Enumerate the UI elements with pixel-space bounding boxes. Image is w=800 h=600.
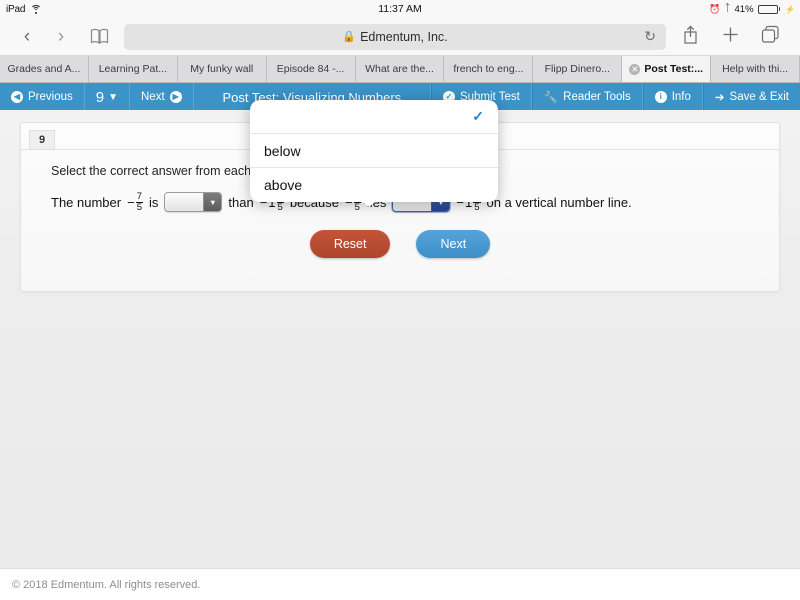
tab-label: Flipp Dinero... bbox=[544, 63, 610, 75]
arrow-right-circle-icon: ▶ bbox=[169, 91, 182, 103]
dropdown-option-label: below bbox=[264, 142, 301, 159]
info-label: Info bbox=[671, 91, 691, 103]
fraction-stack: 7 5 bbox=[135, 191, 143, 213]
tab-label: What are the... bbox=[365, 63, 434, 75]
dropdown-options-popover[interactable]: ✓ below above bbox=[250, 100, 498, 202]
forward-button[interactable]: › bbox=[44, 26, 78, 48]
tab-label: Post Test:... bbox=[644, 63, 704, 75]
tab-label: Episode 84 -... bbox=[276, 63, 345, 75]
fraction-denominator: 5 bbox=[135, 201, 143, 213]
browser-tab-active[interactable]: ✕ Post Test:... bbox=[622, 56, 712, 82]
close-icon[interactable]: ✕ bbox=[629, 63, 641, 75]
popover-caret bbox=[358, 198, 380, 207]
copyright-text: © 2018 Edmentum. All rights reserved. bbox=[12, 578, 201, 591]
next-label: Next bbox=[141, 91, 165, 103]
back-button[interactable]: ‹ bbox=[10, 26, 44, 48]
safari-toolbar: ‹ › 🔒 Edmentum, Inc. ↻ bbox=[0, 18, 800, 56]
save-and-exit-button[interactable]: ➔ Save & Exit bbox=[702, 83, 800, 111]
url-text: Edmentum, Inc. bbox=[360, 29, 448, 44]
page-footer: © 2018 Edmentum. All rights reserved. bbox=[0, 568, 800, 600]
dropdown-option-above[interactable]: above bbox=[250, 168, 498, 202]
plus-icon bbox=[723, 27, 737, 41]
tabs-icon bbox=[761, 25, 779, 43]
browser-tab[interactable]: Learning Pat... bbox=[88, 56, 178, 82]
browser-tab[interactable]: french to eng... bbox=[444, 56, 534, 82]
sentence-part-3: than bbox=[228, 194, 254, 210]
fraction-denominator: 5 bbox=[473, 201, 481, 213]
address-bar[interactable]: 🔒 Edmentum, Inc. ↻ bbox=[124, 23, 666, 50]
fraction-numerator: 7 bbox=[136, 191, 142, 202]
lock-icon: 🔒 bbox=[342, 31, 357, 43]
sentence-part-2: is bbox=[148, 194, 159, 210]
info-button[interactable]: i Info bbox=[642, 83, 703, 111]
fraction-sign: − bbox=[127, 194, 135, 210]
chevron-down-icon: ▼ bbox=[108, 91, 118, 103]
fraction-denominator: 5 bbox=[276, 201, 284, 213]
chevron-down-icon: ▼ bbox=[203, 193, 222, 211]
dropdown-1[interactable]: ▼ bbox=[164, 192, 223, 212]
fraction-negative-seven-fifths: − 7 5 bbox=[127, 192, 143, 212]
question-number-badge: 9 bbox=[29, 130, 56, 150]
show-tabs-button[interactable] bbox=[750, 25, 790, 49]
ios-status-bar: iPad 11:37 AM ⏰ ᛏ 41% ⚡ bbox=[0, 0, 800, 18]
check-icon: ✓ bbox=[472, 108, 484, 124]
url-text-group: 🔒 Edmentum, Inc. bbox=[342, 30, 447, 44]
reader-tools-button[interactable]: 🔧 Reader Tools bbox=[531, 83, 643, 111]
tab-strip: Grades and A... Learning Pat... My funky… bbox=[0, 56, 800, 83]
question-picker-button[interactable]: 9 ▼ bbox=[85, 83, 130, 111]
tab-label: My funky wall bbox=[190, 63, 254, 75]
share-button[interactable] bbox=[670, 25, 710, 49]
exit-arrow-icon: ➔ bbox=[714, 92, 725, 104]
sentence-part-1: The number bbox=[51, 194, 122, 210]
tab-label: Learning Pat... bbox=[98, 63, 167, 75]
save-exit-label: Save & Exit bbox=[729, 91, 789, 103]
new-tab-button[interactable] bbox=[710, 26, 750, 48]
current-question-number: 9 bbox=[95, 88, 105, 106]
tab-label: Grades and A... bbox=[7, 63, 81, 75]
dropdown-option-below[interactable]: below bbox=[250, 134, 498, 168]
browser-tab[interactable]: Grades and A... bbox=[0, 56, 89, 82]
next-button[interactable]: Next bbox=[416, 230, 491, 258]
bookmarks-button[interactable] bbox=[78, 28, 120, 45]
tab-label: Help with thi... bbox=[722, 63, 789, 75]
screen: iPad 11:37 AM ⏰ ᛏ 41% ⚡ ‹ › 🔒 Edmentum, … bbox=[0, 0, 800, 600]
next-question-button[interactable]: Next ▶ bbox=[130, 83, 194, 111]
tab-label: french to eng... bbox=[453, 63, 524, 75]
browser-tab[interactable]: Flipp Dinero... bbox=[533, 56, 623, 82]
dropdown-option-label: above bbox=[264, 177, 303, 193]
sentence-part-6: on a vertical number line. bbox=[486, 194, 632, 210]
reset-button[interactable]: Reset bbox=[309, 230, 391, 258]
reload-icon[interactable]: ↻ bbox=[644, 28, 656, 45]
info-circle-icon: i bbox=[654, 91, 667, 103]
status-bar-clock: 11:37 AM bbox=[378, 3, 422, 15]
previous-label: Previous bbox=[28, 91, 73, 103]
share-icon bbox=[683, 25, 697, 44]
answer-buttons-row: Reset Next bbox=[21, 212, 779, 258]
browser-tab[interactable]: What are the... bbox=[355, 56, 445, 82]
dropdown-option-blank[interactable]: ✓ bbox=[250, 100, 498, 134]
wrench-icon: 🔧 bbox=[543, 92, 559, 104]
arrow-left-circle-icon: ◀ bbox=[11, 91, 23, 103]
previous-question-button[interactable]: ◀ Previous bbox=[0, 83, 85, 111]
book-icon bbox=[90, 28, 108, 44]
reader-tools-label: Reader Tools bbox=[563, 91, 631, 103]
browser-tab[interactable]: My funky wall bbox=[177, 56, 267, 82]
browser-tab[interactable]: Episode 84 -... bbox=[266, 56, 356, 82]
browser-tab[interactable]: Help with thi... bbox=[711, 56, 800, 82]
